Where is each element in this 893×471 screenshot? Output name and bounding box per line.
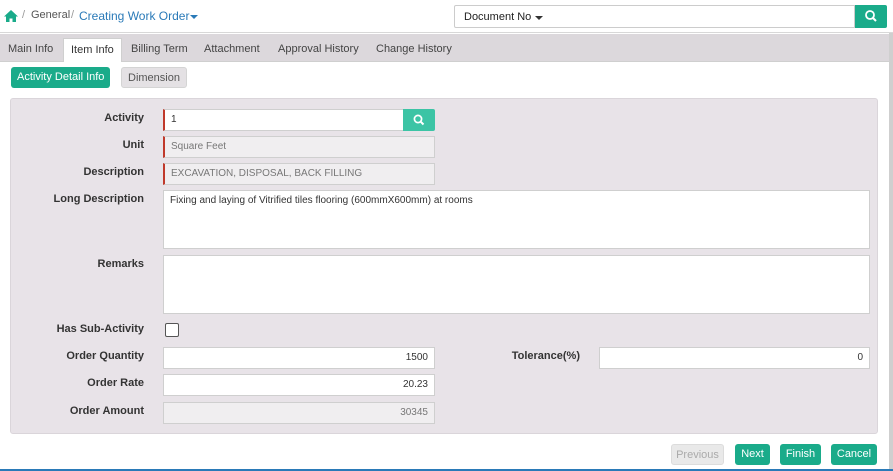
remarks-label: Remarks xyxy=(97,258,144,270)
finish-button[interactable]: Finish xyxy=(780,444,821,465)
breadcrumb-general[interactable]: General xyxy=(31,9,70,21)
tab-change-history[interactable]: Change History xyxy=(369,38,459,62)
long-description-label: Long Description xyxy=(53,193,144,205)
activity-search-button[interactable] xyxy=(403,109,435,131)
tab-billing-term[interactable]: Billing Term xyxy=(124,38,195,62)
document-search-button[interactable] xyxy=(855,5,887,28)
caret-down-icon xyxy=(535,16,543,20)
breadcrumb-separator: / xyxy=(71,9,75,21)
order-amount-field: 30345 xyxy=(163,402,435,424)
long-description-textarea[interactable]: Fixing and laying of Vitrified tiles flo… xyxy=(163,190,870,249)
activity-input[interactable]: 1 xyxy=(163,109,404,131)
description-label: Description xyxy=(83,166,144,178)
unit-field: Square Feet xyxy=(163,136,435,158)
unit-label: Unit xyxy=(122,139,144,151)
subtab-activity-detail-info[interactable]: Activity Detail Info xyxy=(11,67,111,88)
top-bar: / General / Creating Work Order Document… xyxy=(0,0,893,33)
tab-item-info[interactable]: Item Info xyxy=(63,38,122,63)
order-amount-label: Order Amount xyxy=(69,405,144,417)
search-icon xyxy=(413,114,425,126)
has-sub-activity-checkbox[interactable] xyxy=(165,323,179,337)
order-quantity-label: Order Quantity xyxy=(66,350,144,362)
caret-down-icon[interactable] xyxy=(190,15,198,19)
tolerance-label: Tolerance(%) xyxy=(511,350,580,362)
remarks-textarea[interactable] xyxy=(163,255,870,314)
activity-detail-panel: Activity 1 Unit Square Feet Description … xyxy=(10,98,878,434)
order-rate-input[interactable]: 20.23 xyxy=(163,374,435,396)
tab-attachment[interactable]: Attachment xyxy=(197,38,267,62)
page-title[interactable]: Creating Work Order xyxy=(79,9,189,23)
document-field-selector[interactable]: Document No xyxy=(454,5,551,28)
scrollbar-track[interactable] xyxy=(889,33,893,471)
cancel-button[interactable]: Cancel xyxy=(831,444,877,465)
tab-bar: Main Info Item Info Billing Term Attachm… xyxy=(0,34,889,63)
description-field: EXCAVATION, DISPOSAL, BACK FILLING xyxy=(163,163,435,185)
breadcrumb-separator: / xyxy=(22,9,26,21)
tolerance-input[interactable]: 0 xyxy=(599,347,870,369)
document-field-label: Document No xyxy=(464,11,532,23)
search-icon xyxy=(865,10,877,22)
order-rate-label: Order Rate xyxy=(87,377,144,389)
item-info-content: Activity Detail Info Dimension Activity … xyxy=(0,62,889,469)
subtab-dimension[interactable]: Dimension xyxy=(121,67,187,88)
home-icon[interactable] xyxy=(3,9,19,23)
order-quantity-input[interactable]: 1500 xyxy=(163,347,435,369)
document-search-input[interactable] xyxy=(550,5,855,28)
tab-approval-history[interactable]: Approval History xyxy=(271,38,366,62)
activity-label: Activity xyxy=(104,112,144,124)
has-sub-activity-label: Has Sub-Activity xyxy=(56,323,144,335)
previous-button[interactable]: Previous xyxy=(671,444,724,465)
next-button[interactable]: Next xyxy=(735,444,770,465)
tab-main-info[interactable]: Main Info xyxy=(1,38,60,62)
